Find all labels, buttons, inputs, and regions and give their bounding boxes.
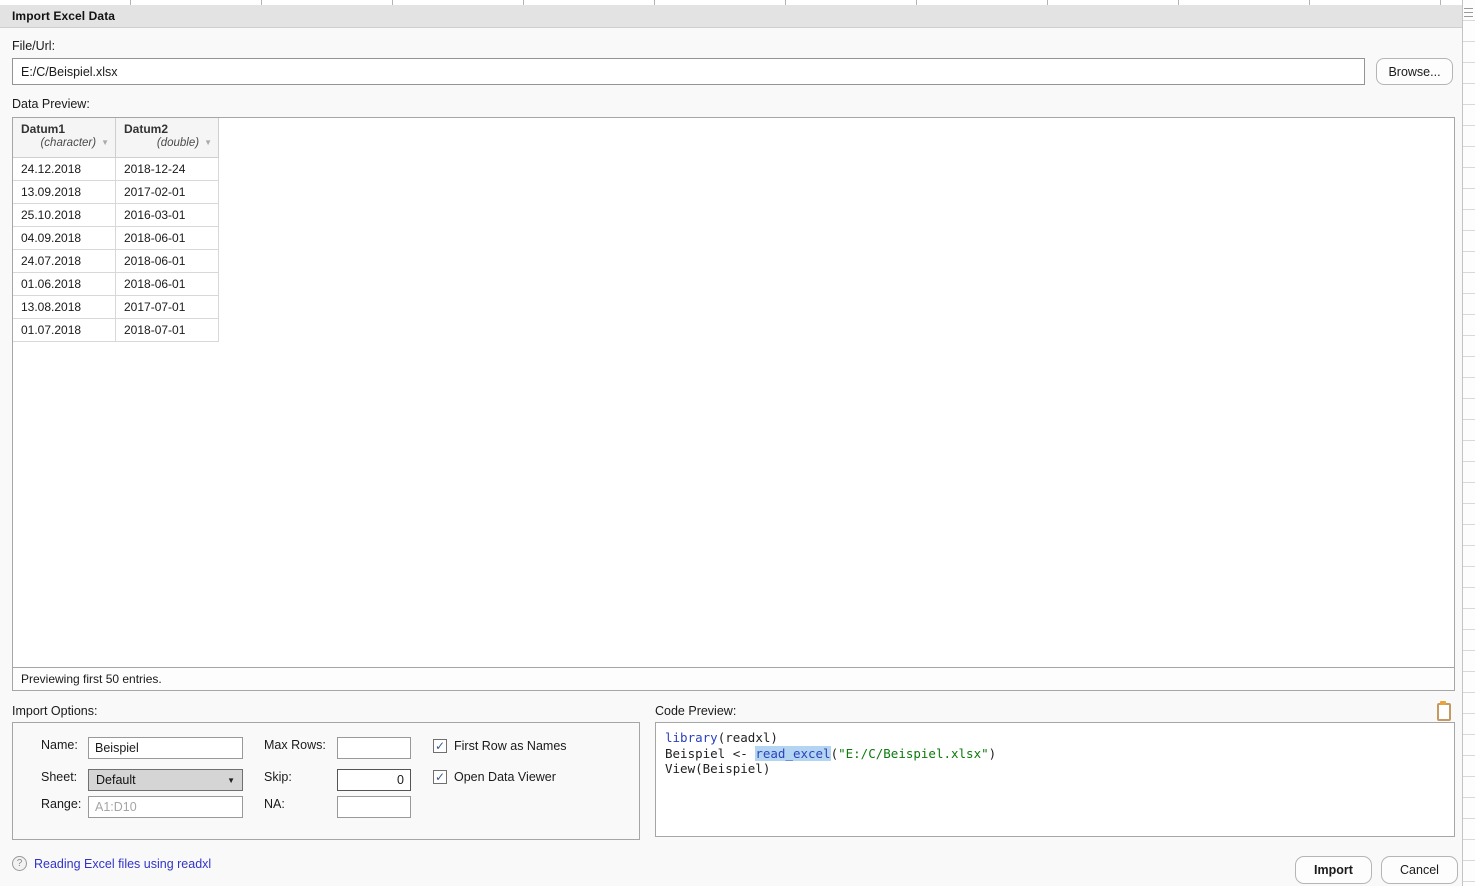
import-excel-dialog: Import Excel Data File/Url: Browse... Da… bbox=[0, 5, 1462, 886]
import-options-label: Import Options: bbox=[12, 704, 97, 718]
code-preview-panel: library(readxl) Beispiel <- read_excel("… bbox=[655, 722, 1455, 837]
help-row: ? Reading Excel files using readxl bbox=[12, 856, 211, 871]
code-line: View(Beispiel) bbox=[665, 761, 770, 776]
table-cell: 2018-06-01 bbox=[116, 250, 219, 273]
code-line: library(readxl) Beispiel <- read_excel("… bbox=[665, 730, 996, 776]
sheet-selected-value: Default bbox=[96, 773, 136, 787]
column-type: (double) bbox=[157, 137, 199, 149]
table-cell: 04.09.2018 bbox=[13, 227, 116, 250]
table-column-datum2: Datum2 (double) ▼ 2018-12-24 2017-02-01 … bbox=[116, 118, 219, 342]
column-type: (character) bbox=[40, 137, 96, 149]
table-cell: 24.07.2018 bbox=[13, 250, 116, 273]
background-gridline-marks bbox=[1464, 8, 1473, 20]
preview-table: Datum1 (character) ▼ 24.12.2018 13.09.20… bbox=[13, 118, 219, 342]
max-rows-label: Max Rows: bbox=[264, 738, 326, 752]
table-column-datum1: Datum1 (character) ▼ 24.12.2018 13.09.20… bbox=[13, 118, 116, 342]
checkbox-label: First Row as Names bbox=[454, 739, 567, 753]
file-url-input[interactable] bbox=[12, 58, 1365, 85]
checkbox-checked-icon: ✓ bbox=[433, 770, 447, 784]
range-label: Range: bbox=[41, 797, 81, 811]
import-options-panel: Name: Sheet: Default ▼ Range: Max Rows: … bbox=[12, 722, 640, 840]
table-cell: 13.09.2018 bbox=[13, 181, 116, 204]
table-cell: 2018-07-01 bbox=[116, 319, 219, 342]
dialog-titlebar: Import Excel Data bbox=[0, 5, 1462, 28]
table-cell: 2017-07-01 bbox=[116, 296, 219, 319]
file-url-label: File/Url: bbox=[12, 39, 55, 53]
checkbox-checked-icon: ✓ bbox=[433, 739, 447, 753]
sheet-select[interactable]: Default ▼ bbox=[88, 769, 243, 791]
chevron-down-icon: ▼ bbox=[227, 776, 235, 785]
background-spreadsheet-right-edge bbox=[1462, 0, 1475, 886]
skip-input[interactable] bbox=[337, 769, 411, 791]
preview-status-text: Previewing first 50 entries. bbox=[13, 667, 1454, 690]
data-preview-label: Data Preview: bbox=[12, 97, 90, 111]
sheet-label: Sheet: bbox=[41, 770, 77, 784]
table-cell: 01.06.2018 bbox=[13, 273, 116, 296]
dialog-title: Import Excel Data bbox=[12, 9, 115, 23]
table-cell: 01.07.2018 bbox=[13, 319, 116, 342]
import-button[interactable]: Import bbox=[1295, 856, 1372, 884]
table-cell: 24.12.2018 bbox=[13, 158, 116, 181]
code-preview-label: Code Preview: bbox=[655, 704, 736, 718]
column-name: Datum2 bbox=[124, 122, 212, 137]
help-icon[interactable]: ? bbox=[12, 856, 27, 871]
checkbox-label: Open Data Viewer bbox=[454, 770, 556, 784]
table-cell: 2018-12-24 bbox=[116, 158, 219, 181]
na-input[interactable] bbox=[337, 796, 411, 818]
na-label: NA: bbox=[264, 797, 285, 811]
open-data-viewer-checkbox[interactable]: ✓ Open Data Viewer bbox=[433, 770, 556, 784]
table-cell: 2018-06-01 bbox=[116, 273, 219, 296]
skip-label: Skip: bbox=[264, 770, 292, 784]
table-cell: 2018-06-01 bbox=[116, 227, 219, 250]
name-label: Name: bbox=[41, 738, 78, 752]
first-row-as-names-checkbox[interactable]: ✓ First Row as Names bbox=[433, 739, 567, 753]
data-preview-panel: Datum1 (character) ▼ 24.12.2018 13.09.20… bbox=[12, 117, 1455, 691]
table-cell: 2017-02-01 bbox=[116, 181, 219, 204]
column-header-datum1[interactable]: Datum1 (character) ▼ bbox=[13, 118, 116, 158]
max-rows-input[interactable] bbox=[337, 737, 411, 759]
readxl-help-link[interactable]: Reading Excel files using readxl bbox=[34, 857, 211, 871]
column-name: Datum1 bbox=[21, 122, 109, 137]
column-menu-icon[interactable]: ▼ bbox=[101, 138, 109, 148]
name-input[interactable] bbox=[88, 737, 243, 759]
code-line: Beispiel <- read_excel("E:/C/Beispiel.xl… bbox=[665, 746, 996, 761]
copy-code-clipboard-icon[interactable] bbox=[1437, 703, 1451, 721]
cancel-button[interactable]: Cancel bbox=[1381, 856, 1458, 884]
table-cell: 13.08.2018 bbox=[13, 296, 116, 319]
browse-button[interactable]: Browse... bbox=[1376, 58, 1453, 85]
table-cell: 25.10.2018 bbox=[13, 204, 116, 227]
range-input[interactable] bbox=[88, 796, 243, 818]
table-cell: 2016-03-01 bbox=[116, 204, 219, 227]
column-header-datum2[interactable]: Datum2 (double) ▼ bbox=[116, 118, 219, 158]
highlighted-function: read_excel bbox=[755, 746, 830, 761]
column-menu-icon[interactable]: ▼ bbox=[204, 138, 212, 148]
